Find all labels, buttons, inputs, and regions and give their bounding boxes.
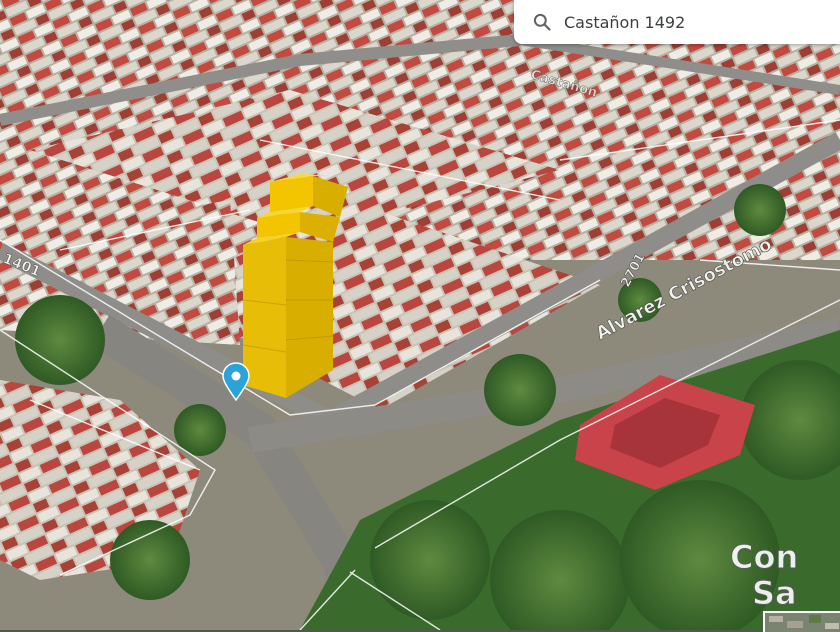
tree [734, 184, 786, 236]
place-label-line1: Con [730, 538, 798, 576]
search-bar[interactable] [514, 0, 840, 44]
minimap-image [765, 613, 840, 632]
search-input[interactable] [564, 12, 814, 32]
minimap-thumbnail[interactable] [763, 611, 840, 632]
satellite-map[interactable]: 2701 Alvarez Crisostomo 1401 Castañon Co… [0, 0, 840, 630]
tree [110, 520, 190, 600]
tree [484, 354, 556, 426]
tree [370, 500, 490, 620]
place-label-line2: Sa [752, 574, 797, 612]
search-icon[interactable] [532, 12, 552, 32]
tree [15, 295, 105, 385]
